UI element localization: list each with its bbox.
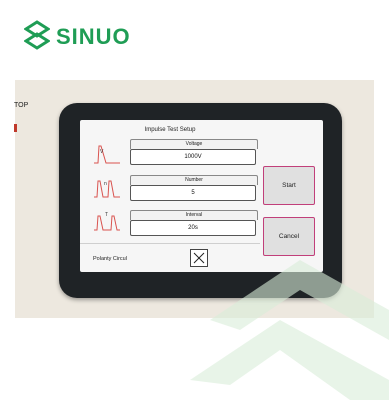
touchscreen-display: Impulse Test Setup V Voltage 1000V n Num… <box>80 120 323 272</box>
interval-waveform-icon: T <box>94 212 120 231</box>
cancel-button[interactable]: Cancel <box>263 217 315 256</box>
svg-text:n: n <box>104 181 107 187</box>
pulse-count-waveform-icon: n <box>94 180 120 198</box>
polarity-checkbox[interactable] <box>190 249 208 267</box>
indicator-light <box>14 124 17 132</box>
checkbox-x-icon <box>193 252 205 264</box>
panel-label: TOP <box>14 102 29 109</box>
number-label: Number <box>130 175 258 185</box>
brand-logo: SINUO <box>24 20 131 54</box>
interval-label: Interval <box>130 210 258 220</box>
start-button[interactable]: Start <box>263 166 315 205</box>
voltage-waveform-icon: V <box>94 145 120 164</box>
voltage-input[interactable]: 1000V <box>130 149 256 165</box>
polarity-label: Polanty Circul <box>93 256 127 262</box>
screen-title: Impulse Test Setup <box>144 127 196 133</box>
brand-name: SINUO <box>56 24 131 49</box>
sinuo-logo-icon <box>24 20 50 50</box>
number-input[interactable]: 5 <box>130 185 256 201</box>
voltage-label: Voltage <box>130 139 258 149</box>
svg-text:T: T <box>105 212 108 218</box>
interval-input[interactable]: 20s <box>130 220 256 236</box>
